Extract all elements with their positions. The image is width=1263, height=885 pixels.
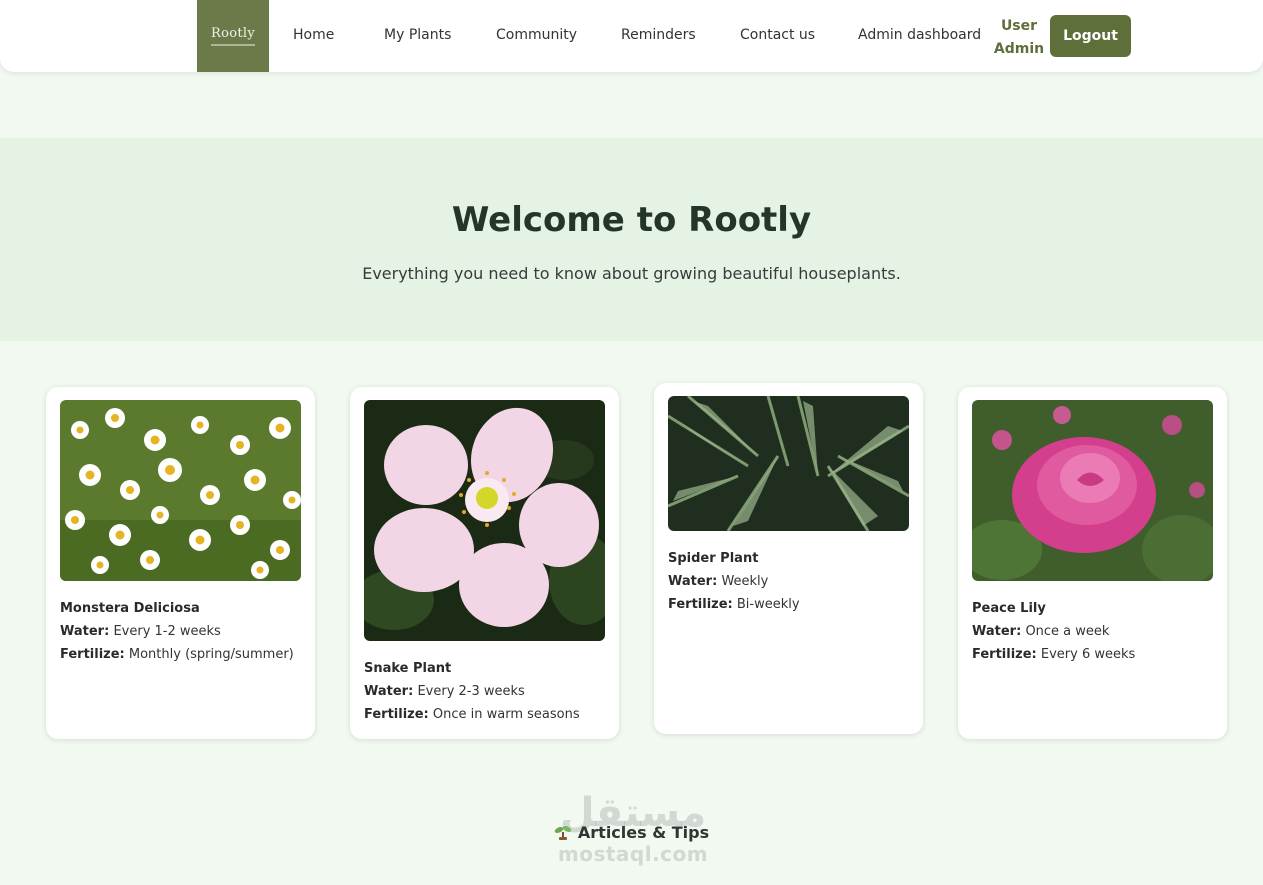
plant-fertilize: Fertilize: Bi-weekly: [668, 597, 800, 612]
plant-fertilize: Fertilize: Monthly (spring/summer): [60, 647, 294, 662]
hero-title: Welcome to Rootly: [451, 200, 812, 240]
plant-image-fern: [668, 396, 909, 531]
plant-card[interactable]: Monstera Deliciosa Water: Every 1-2 week…: [46, 387, 315, 739]
plant-image-daisies: [60, 400, 301, 581]
plant-image-wild-rose: [364, 400, 605, 641]
user-info: User Admin: [993, 15, 1045, 61]
plant-card[interactable]: Snake Plant Water: Every 2-3 weeks Ferti…: [350, 387, 619, 739]
nav-link-reminders[interactable]: Reminders: [621, 27, 696, 43]
plant-fertilize: Fertilize: Every 6 weeks: [972, 647, 1136, 662]
top-navbar: Rootly Home My Plants Community Reminder…: [0, 0, 1263, 72]
plant-water: Water: Weekly: [668, 574, 769, 589]
plant-info: Snake Plant Water: Every 2-3 weeks Ferti…: [364, 657, 609, 726]
plant-name: Monstera Deliciosa: [60, 601, 200, 616]
nav-link-contact-us[interactable]: Contact us: [740, 27, 815, 43]
nav-link-home[interactable]: Home: [293, 27, 334, 43]
user-label: User: [1000, 18, 1038, 34]
articles-heading: Articles & Tips: [0, 823, 1263, 842]
hero-subtitle: Everything you need to know about growin…: [362, 264, 901, 283]
nav-link-community[interactable]: Community: [496, 27, 577, 43]
plant-water: Water: Every 2-3 weeks: [364, 684, 525, 699]
logo-text: Rootly: [211, 26, 255, 41]
nav-link-admin-dashboard[interactable]: Admin dashboard: [858, 27, 981, 43]
plant-water: Water: Every 1-2 weeks: [60, 624, 221, 639]
nav-link-my-plants[interactable]: My Plants: [384, 27, 451, 43]
plant-fertilize: Fertilize: Once in warm seasons: [364, 707, 580, 722]
plant-card[interactable]: Peace Lily Water: Once a week Fertilize:…: [958, 387, 1227, 739]
user-role: Admin: [993, 41, 1045, 57]
plant-info: Monstera Deliciosa Water: Every 1-2 week…: [60, 597, 305, 666]
plant-name: Spider Plant: [668, 551, 759, 566]
logo-underline: [211, 44, 255, 46]
watermark-latin: mostaql.com: [557, 842, 709, 866]
plant-card[interactable]: Spider Plant Water: Weekly Fertilize: Bi…: [654, 383, 923, 734]
articles-title: Articles & Tips: [577, 823, 710, 842]
plant-info: Spider Plant Water: Weekly Fertilize: Bi…: [668, 547, 913, 616]
rootly-logo[interactable]: Rootly: [197, 0, 269, 72]
hero-banner: Welcome to Rootly Everything you need to…: [0, 138, 1263, 341]
plant-name: Snake Plant: [364, 661, 452, 676]
sprout-icon: [554, 826, 572, 840]
plant-water: Water: Once a week: [972, 624, 1110, 639]
plant-info: Peace Lily Water: Once a week Fertilize:…: [972, 597, 1217, 666]
plant-name: Peace Lily: [972, 601, 1046, 616]
logout-button[interactable]: Logout: [1050, 15, 1131, 57]
plant-image-rose: [972, 400, 1213, 581]
